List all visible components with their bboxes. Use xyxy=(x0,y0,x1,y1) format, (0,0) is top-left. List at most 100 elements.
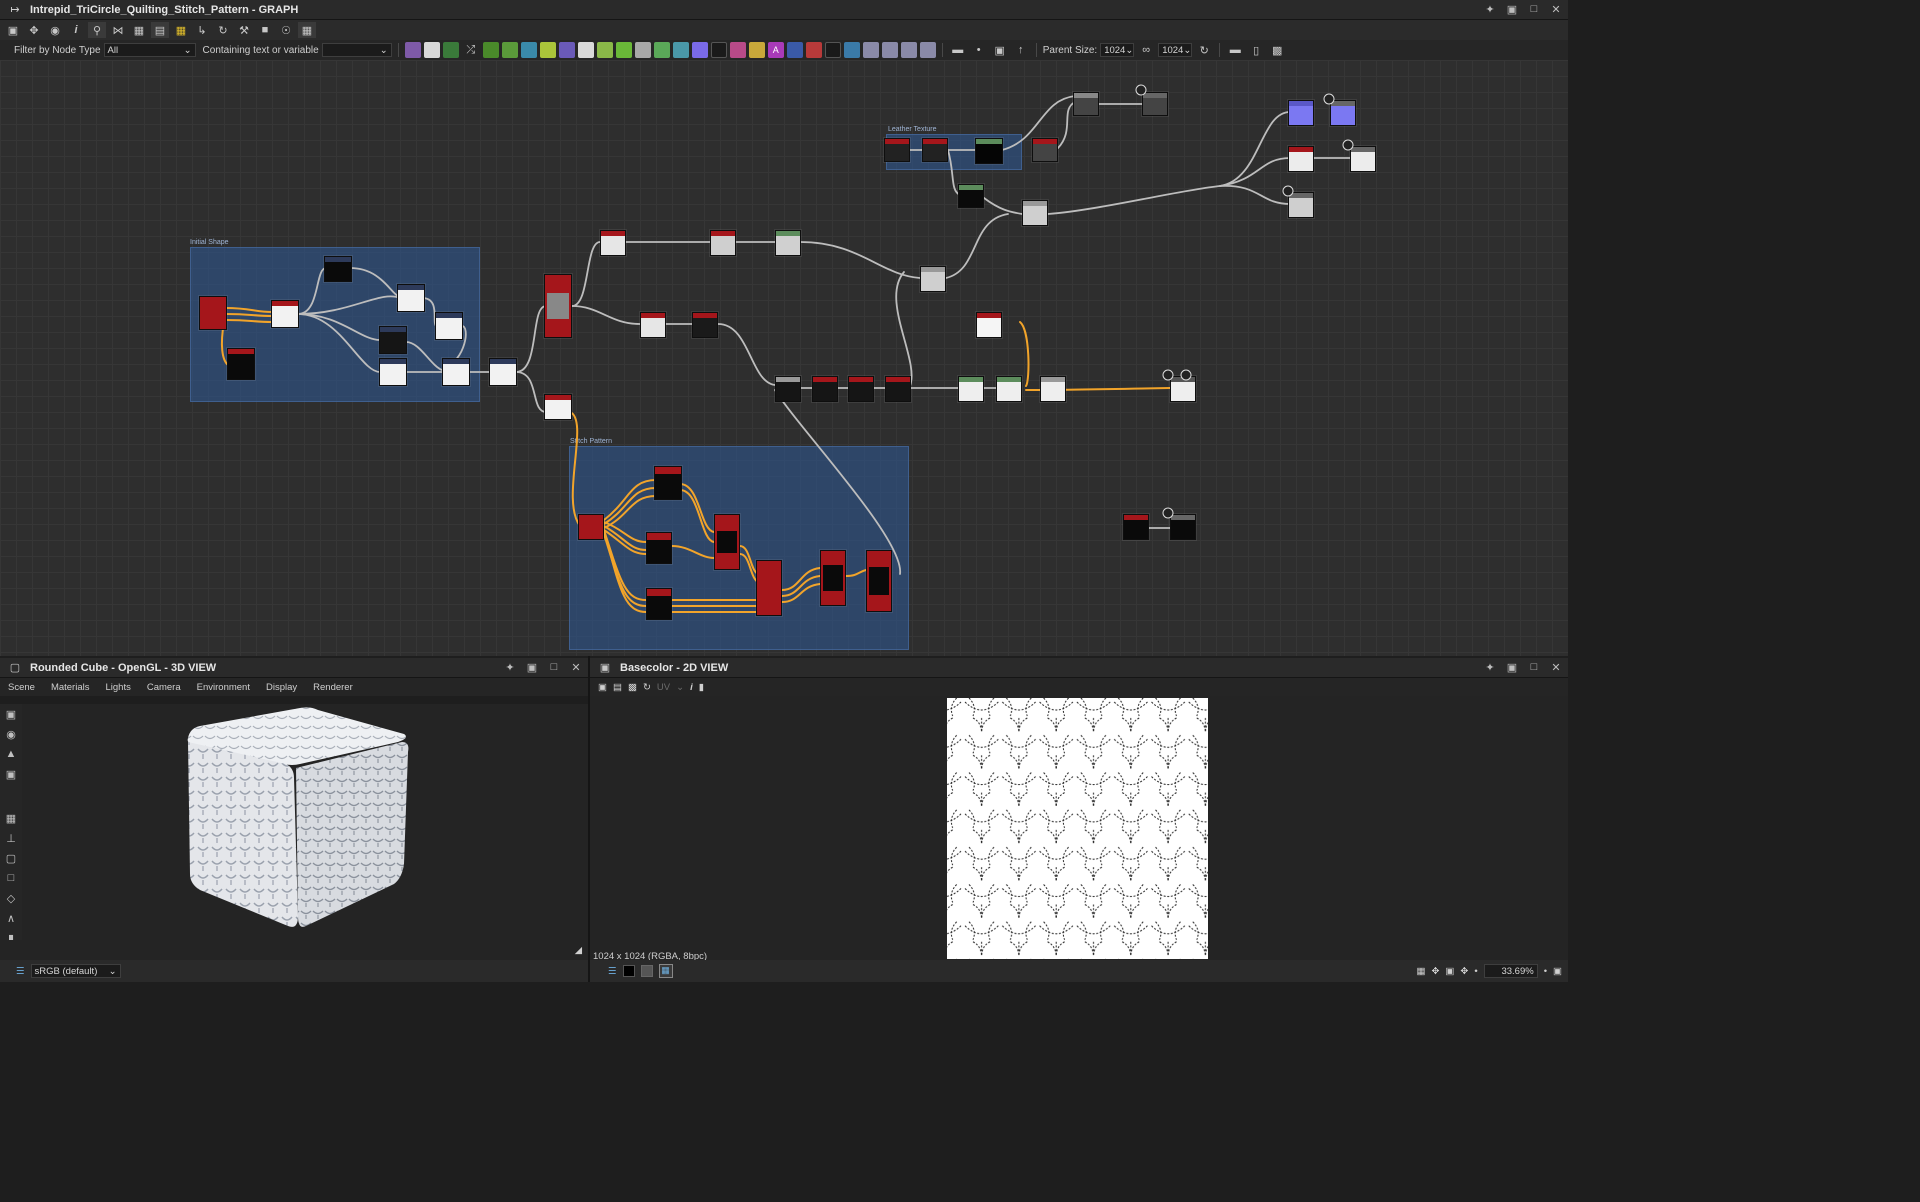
blend-node-icon[interactable] xyxy=(442,42,459,58)
node-stitch-c[interactable] xyxy=(646,588,672,620)
color-picker-icon[interactable] xyxy=(691,42,708,58)
node-leather-1[interactable] xyxy=(884,138,910,162)
connect-nodes-icon[interactable]: ▬ xyxy=(1226,42,1244,58)
bitmap-node-icon[interactable] xyxy=(404,42,421,58)
menu-environment[interactable]: Environment xyxy=(197,682,250,693)
save-icon[interactable]: ▤ xyxy=(613,682,622,693)
node-chain-4[interactable] xyxy=(885,376,911,402)
node-align-icon[interactable]: ▦ xyxy=(130,22,148,38)
node-leather-3[interactable] xyxy=(975,138,1003,164)
parent-size-height-select[interactable]: 1024 ⌄ xyxy=(1158,43,1193,57)
node-output-normal[interactable] xyxy=(1330,100,1356,126)
sharpen-node-icon[interactable] xyxy=(653,42,670,58)
node-roughness[interactable] xyxy=(1073,92,1099,116)
view3d-viewport[interactable] xyxy=(0,704,588,940)
node-output-height[interactable] xyxy=(1288,192,1314,218)
node-chain-1[interactable] xyxy=(775,376,801,402)
layers-icon[interactable]: ☰ xyxy=(16,966,25,977)
blur-node-icon[interactable] xyxy=(501,42,518,58)
node-stitch-b[interactable] xyxy=(646,532,672,564)
close-icon[interactable]: ✕ xyxy=(1550,661,1562,674)
light-icon[interactable]: ◉ xyxy=(6,728,16,742)
node-output-metallic[interactable] xyxy=(1170,514,1196,540)
copy-icon[interactable]: ▩ xyxy=(628,682,637,693)
lock-icon[interactable]: ▣ xyxy=(1553,966,1562,977)
chevron-down-icon[interactable]: ⌄ xyxy=(676,682,684,693)
histogram-node-icon[interactable] xyxy=(672,42,689,58)
fit-icon[interactable]: ▣ xyxy=(598,682,607,693)
node-y-shape-b[interactable] xyxy=(489,358,517,386)
lock-node-icon[interactable]: ↑ xyxy=(1012,42,1030,58)
info-icon[interactable]: i xyxy=(690,682,693,693)
grid-snap-icon[interactable]: ▦ xyxy=(298,22,316,38)
menu-camera[interactable]: Camera xyxy=(147,682,181,693)
filter-node-type-select[interactable]: All ⌄ xyxy=(103,43,196,57)
gray-bg-swatch[interactable] xyxy=(640,965,653,977)
value-node-icon[interactable] xyxy=(824,42,841,58)
maximize-icon[interactable]: □ xyxy=(1528,661,1540,674)
reset-size-icon[interactable]: ↻ xyxy=(1195,42,1213,58)
node-height-blend[interactable] xyxy=(920,266,946,292)
link-icon[interactable]: ⋈ xyxy=(109,22,127,38)
node-white-shape-b[interactable] xyxy=(435,312,463,340)
hierarchy-icon[interactable]: ↳ xyxy=(193,22,211,38)
camera-icon[interactable]: ◉ xyxy=(46,22,64,38)
minimize-icon[interactable]: ▣ xyxy=(1506,661,1518,674)
output-node-icon[interactable] xyxy=(862,42,879,58)
node-leather-4[interactable] xyxy=(1032,138,1058,162)
close-icon[interactable]: ✕ xyxy=(1550,3,1562,16)
node-pattern-b[interactable] xyxy=(710,230,736,256)
warp-node-icon[interactable] xyxy=(539,42,556,58)
menu-scene[interactable]: Scene xyxy=(8,682,35,693)
pin-icon[interactable]: ✦ xyxy=(504,661,516,674)
cube-wire-icon[interactable]: □ xyxy=(8,872,15,886)
zoom-dot-icon[interactable]: • xyxy=(1474,966,1477,977)
node-tile-generator[interactable] xyxy=(544,274,572,338)
node-graph-icon[interactable]: ▦ xyxy=(172,22,190,38)
node-metallic[interactable] xyxy=(1123,514,1149,540)
menu-renderer[interactable]: Renderer xyxy=(313,682,353,693)
layers-icon[interactable]: ☰ xyxy=(608,966,617,977)
fit-view-icon[interactable]: ▣ xyxy=(1445,966,1454,977)
pin-icon[interactable]: ✦ xyxy=(1484,3,1496,16)
shuffle-icon[interactable]: ⤮ xyxy=(462,42,480,58)
node-chain-5[interactable] xyxy=(958,376,984,402)
align-vertical-icon[interactable]: ▯ xyxy=(1247,42,1265,58)
maximize-icon[interactable]: □ xyxy=(548,661,560,674)
minimize-icon[interactable]: ▣ xyxy=(1506,3,1518,16)
node-noise-black[interactable] xyxy=(692,312,718,338)
distance-node-icon[interactable] xyxy=(805,42,822,58)
gradient-node-icon[interactable] xyxy=(482,42,499,58)
node-chain-6[interactable] xyxy=(996,376,1022,402)
view2d-viewport[interactable]: 1024 x 1024 (RGBA, 8bpc) xyxy=(590,696,1568,962)
levels-node-icon[interactable] xyxy=(596,42,613,58)
pin-icon[interactable]: ✦ xyxy=(1484,661,1496,674)
pivot-icon[interactable]: ∧ xyxy=(7,912,15,926)
normal-node-icon[interactable] xyxy=(881,42,898,58)
node-output-basecolor[interactable] xyxy=(1170,376,1196,402)
node-leather-mask[interactable] xyxy=(958,184,984,208)
center-icon[interactable]: ✥ xyxy=(1460,966,1468,977)
refresh-icon[interactable]: ↻ xyxy=(643,682,651,693)
clean-icon[interactable]: ☉ xyxy=(277,22,295,38)
pin-node-icon[interactable]: ▣ xyxy=(991,42,1009,58)
svg-node-icon[interactable] xyxy=(786,42,803,58)
dot-node-icon[interactable]: • xyxy=(970,42,988,58)
node-chain-3[interactable] xyxy=(848,376,874,402)
node-pattern-c[interactable] xyxy=(775,230,801,256)
noise-node-icon[interactable] xyxy=(710,42,727,58)
node-black-shape-a[interactable] xyxy=(379,326,407,354)
node-arc-top[interactable] xyxy=(324,256,352,282)
close-icon[interactable]: ✕ xyxy=(570,661,582,674)
curve-node-icon[interactable] xyxy=(558,42,575,58)
cube-shape-icon[interactable]: ▢ xyxy=(6,852,16,866)
refresh-icon[interactable]: ↻ xyxy=(214,22,232,38)
node-shape-red[interactable] xyxy=(199,296,227,330)
frame-icon[interactable]: ▤ xyxy=(151,22,169,38)
tile-icon[interactable]: ✥ xyxy=(1431,966,1439,977)
mesh-icon[interactable]: ▦ xyxy=(6,812,16,826)
minimize-icon[interactable]: ▣ xyxy=(526,661,538,674)
node-stitch-e[interactable] xyxy=(820,550,846,606)
plane-icon[interactable]: ◇ xyxy=(7,892,15,906)
node-leather-2[interactable] xyxy=(922,138,948,162)
